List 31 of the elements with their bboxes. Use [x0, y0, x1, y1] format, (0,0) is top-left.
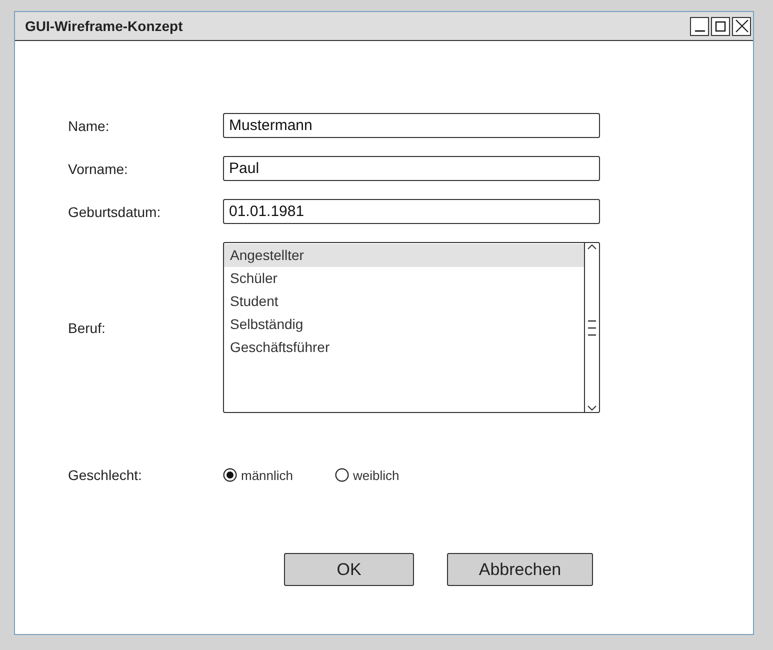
input-field[interactable]: Mustermann: [223, 113, 600, 138]
field-label: Geburtsdatum:: [68, 204, 162, 220]
scroll-bar[interactable]: [584, 243, 599, 412]
list-item[interactable]: Geschäftsführer: [224, 336, 584, 359]
ok-button[interactable]: OK: [284, 553, 414, 586]
minimize-icon: [694, 30, 704, 32]
maximize-button[interactable]: [711, 16, 730, 36]
scroll-thumb-icon[interactable]: [587, 318, 597, 336]
radio-button[interactable]: [223, 468, 237, 482]
window-title: GUI-Wireframe-Konzept: [25, 18, 184, 34]
scroll-down-icon[interactable]: [587, 404, 597, 412]
radio-label: männlich: [241, 468, 294, 482]
radio-label: weiblich: [353, 468, 400, 482]
list-item[interactable]: Schüler: [224, 267, 584, 290]
scroll-up-icon[interactable]: [587, 243, 597, 251]
field-label: Vorname:: [68, 160, 129, 176]
list-item[interactable]: Student: [224, 290, 584, 313]
input-field[interactable]: Paul: [223, 156, 600, 181]
field-label: Beruf:: [68, 320, 106, 336]
minimize-button[interactable]: [690, 16, 709, 36]
cancel-button[interactable]: Abbrechen: [447, 553, 593, 586]
close-icon: [734, 19, 748, 33]
field-label: Geschlecht:: [68, 467, 143, 483]
list-box[interactable]: Angestellter Schüler Student Selbständig Geschäftsführer: [223, 242, 600, 413]
field-label: Name:: [68, 118, 110, 134]
input-field[interactable]: 01.01.1981: [223, 199, 600, 224]
list-item[interactable]: Selbständig: [224, 313, 584, 336]
list-item[interactable]: Angestellter: [224, 244, 584, 267]
close-button[interactable]: [732, 16, 751, 36]
radio-button[interactable]: [335, 468, 350, 482]
maximize-icon: [715, 20, 726, 32]
